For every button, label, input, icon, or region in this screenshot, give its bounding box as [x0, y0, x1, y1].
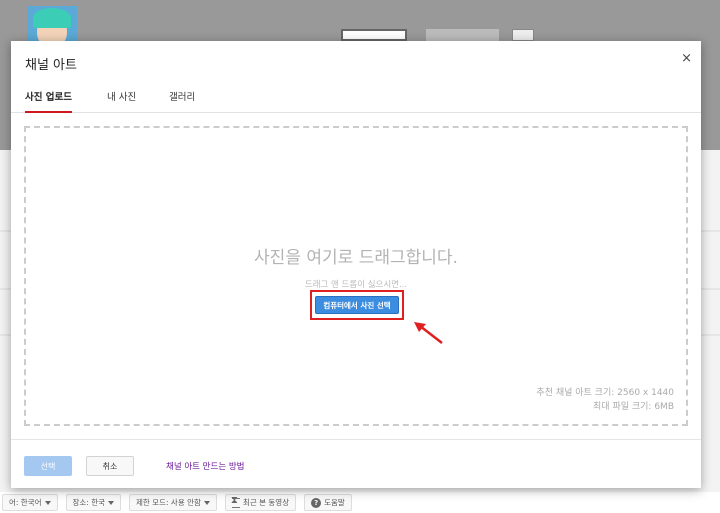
- restricted-mode-dropdown[interactable]: 제한 모드: 사용 안함: [129, 494, 217, 511]
- cancel-button[interactable]: 취소: [86, 456, 134, 476]
- tab-upload-photo[interactable]: 사진 업로드: [25, 89, 73, 113]
- tab-gallery[interactable]: 갤러리: [169, 89, 195, 113]
- drop-alternative-text: 드래그 앤 드롭이 싫으시면...: [304, 280, 408, 290]
- language-label: 어: 한국어: [9, 498, 42, 507]
- question-icon: ?: [311, 497, 322, 508]
- caret-down-icon: [108, 500, 115, 505]
- dialog-title: 채널 아트: [25, 58, 77, 73]
- max-file-size: 최대 파일 크기: 6MB: [593, 402, 674, 412]
- channel-art-dialog: 채널 아트 × 사진 업로드 내 사진 갤러리 사진을 여기로 드래그합니다. …: [11, 41, 701, 488]
- close-icon[interactable]: ×: [681, 52, 692, 65]
- history-label: 최근 본 동영상: [242, 498, 290, 507]
- caret-down-icon: [44, 500, 51, 505]
- select-from-computer-button[interactable]: 컴퓨터에서 사진 선택: [315, 296, 399, 314]
- dialog-footer: 선택 취소 채널 아트 만드는 방법: [11, 439, 701, 488]
- hourglass-icon: [231, 495, 240, 508]
- drop-instruction: 사진을 여기로 드래그합니다.: [254, 248, 458, 268]
- select-button[interactable]: 선택: [24, 456, 72, 476]
- location-dropdown[interactable]: 장소: 한국: [65, 494, 122, 511]
- photo-drop-zone[interactable]: 사진을 여기로 드래그합니다. 드래그 앤 드롭이 싫으시면... 컴퓨터에서 …: [24, 126, 688, 426]
- background-button: [341, 29, 407, 41]
- restricted-mode-label: 제한 모드: 사용 안함: [136, 498, 201, 507]
- background-button: [426, 29, 499, 41]
- red-arrow-icon: [414, 322, 443, 344]
- channel-art-help-link[interactable]: 채널 아트 만드는 방법: [166, 460, 245, 472]
- tab-bar: 사진 업로드 내 사진 갤러리: [11, 86, 701, 113]
- location-label: 장소: 한국: [72, 498, 106, 507]
- recommended-size: 추천 채널 아트 크기: 2560 x 1440: [536, 388, 674, 398]
- page-footer: 어: 한국어 장소: 한국 제한 모드: 사용 안함 최근 본 동영상 ? 도움…: [0, 492, 720, 513]
- highlight-box: 컴퓨터에서 사진 선택: [310, 290, 404, 320]
- file-requirements: 추천 채널 아트 크기: 2560 x 1440 최대 파일 크기: 6MB: [536, 386, 674, 414]
- tab-my-photos[interactable]: 내 사진: [107, 89, 136, 113]
- background-button: [512, 29, 534, 41]
- language-dropdown[interactable]: 어: 한국어: [2, 494, 58, 511]
- help-button[interactable]: ? 도움말: [304, 494, 352, 511]
- help-label: 도움말: [324, 498, 345, 507]
- caret-down-icon: [203, 500, 210, 505]
- history-button[interactable]: 최근 본 동영상: [224, 494, 297, 511]
